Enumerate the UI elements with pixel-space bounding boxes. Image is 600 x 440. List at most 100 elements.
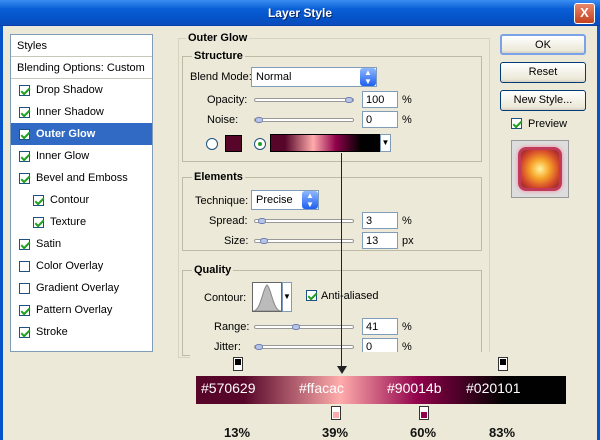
gradient-dropdown-button[interactable]: ▼ bbox=[380, 134, 391, 152]
style-checkbox[interactable] bbox=[19, 106, 30, 118]
gradient-stop-marker[interactable] bbox=[498, 357, 508, 371]
gradient-stop-color bbox=[235, 359, 241, 365]
style-item-label: Inner Shadow bbox=[36, 106, 104, 118]
opacity-slider[interactable] bbox=[254, 97, 354, 103]
contour-curve-icon bbox=[252, 284, 282, 312]
styles-list-panel: Styles Blending Options: Custom Drop Sha… bbox=[10, 34, 153, 352]
opacity-slider-thumb[interactable] bbox=[345, 97, 353, 103]
style-item[interactable]: Gradient Overlay bbox=[11, 277, 152, 299]
style-checkbox[interactable] bbox=[19, 172, 30, 184]
noise-slider-thumb[interactable] bbox=[255, 117, 263, 123]
gradient-stop-percent: 83% bbox=[489, 425, 516, 440]
technique-label: Technique: bbox=[195, 195, 249, 207]
technique-select[interactable]: Precise ▲ ▼ bbox=[251, 190, 319, 210]
spread-label: Spread: bbox=[209, 215, 248, 227]
style-checkbox[interactable] bbox=[19, 304, 30, 316]
glow-color-swatch[interactable] bbox=[225, 135, 242, 152]
contour-picker[interactable] bbox=[252, 282, 282, 312]
style-item[interactable]: Inner Glow bbox=[11, 145, 152, 167]
style-item[interactable]: Texture bbox=[11, 211, 152, 233]
opacity-input[interactable]: 100 bbox=[362, 91, 398, 108]
gradient-stop-hex: #90014b bbox=[387, 380, 442, 396]
window-title: Layer Style bbox=[267, 6, 333, 20]
structure-title: Structure bbox=[192, 50, 245, 62]
glow-gradient-picker[interactable] bbox=[270, 134, 380, 152]
ok-button[interactable]: OK bbox=[500, 34, 586, 55]
styles-header[interactable]: Styles bbox=[11, 35, 152, 57]
blending-options-item[interactable]: Blending Options: Custom bbox=[11, 57, 152, 79]
range-input[interactable]: 41 bbox=[362, 318, 398, 335]
style-item-label: Color Overlay bbox=[36, 260, 104, 272]
noise-unit: % bbox=[402, 114, 412, 126]
callout-arrowhead-icon bbox=[337, 366, 347, 374]
gradient-stop-hex: #570629 bbox=[201, 380, 256, 396]
chevron-updown-icon: ▲ ▼ bbox=[360, 68, 376, 86]
opacity-unit: % bbox=[402, 94, 412, 106]
style-item-label: Pattern Overlay bbox=[36, 304, 113, 316]
gradient-stop-marker[interactable] bbox=[331, 406, 341, 420]
size-unit: px bbox=[402, 235, 414, 247]
size-slider[interactable] bbox=[254, 238, 354, 244]
gradient-editor-zoom: #570629 13% #ffacac 39% #90014b 60% #020101 83% bbox=[190, 352, 592, 440]
style-item[interactable]: Pattern Overlay bbox=[11, 299, 152, 321]
anti-aliased-label: Anti-aliased bbox=[321, 290, 379, 302]
noise-input[interactable]: 0 bbox=[362, 111, 398, 128]
style-item-label: Gradient Overlay bbox=[36, 282, 120, 294]
new-style-button[interactable]: New Style... bbox=[500, 90, 586, 111]
size-label: Size: bbox=[224, 235, 249, 247]
style-checkbox[interactable] bbox=[19, 326, 30, 338]
style-item-label: Contour bbox=[50, 194, 90, 206]
style-item[interactable]: Contour bbox=[11, 189, 152, 211]
style-checkbox[interactable] bbox=[19, 238, 30, 250]
opacity-label: Opacity: bbox=[207, 94, 248, 106]
noise-label: Noise: bbox=[207, 114, 239, 126]
style-item[interactable]: Bevel and Emboss bbox=[11, 167, 152, 189]
range-slider-thumb[interactable] bbox=[292, 324, 300, 330]
gradient-stop-hex: #ffacac bbox=[299, 380, 344, 396]
contour-dropdown-button[interactable]: ▼ bbox=[282, 282, 292, 312]
jitter-slider-thumb[interactable] bbox=[255, 344, 263, 350]
style-checkbox[interactable] bbox=[19, 282, 30, 294]
spread-slider-thumb[interactable] bbox=[258, 218, 266, 224]
solid-color-radio[interactable] bbox=[206, 138, 218, 150]
chevron-down-icon: ▼ bbox=[283, 292, 291, 301]
style-preview-thumbnail bbox=[511, 140, 569, 198]
style-checkbox[interactable] bbox=[19, 150, 30, 162]
size-input[interactable]: 13 bbox=[362, 232, 398, 249]
style-item[interactable]: Satin bbox=[11, 233, 152, 255]
gradient-stop-marker[interactable] bbox=[419, 406, 429, 420]
preview-swatch-image bbox=[518, 147, 562, 191]
gradient-stop-percent: 13% bbox=[224, 425, 251, 440]
style-item-label: Drop Shadow bbox=[36, 84, 103, 96]
reset-button[interactable]: Reset bbox=[500, 62, 586, 83]
style-item[interactable]: Drop Shadow bbox=[11, 79, 152, 101]
spread-slider[interactable] bbox=[254, 218, 354, 224]
size-slider-thumb[interactable] bbox=[260, 238, 268, 244]
style-checkbox[interactable] bbox=[33, 194, 44, 206]
blend-mode-select[interactable]: Normal ▲ ▼ bbox=[251, 67, 377, 87]
spread-unit: % bbox=[402, 215, 412, 227]
anti-aliased-checkbox[interactable] bbox=[306, 290, 317, 301]
preview-checkbox[interactable] bbox=[511, 118, 522, 129]
style-checkbox[interactable] bbox=[19, 128, 30, 140]
preview-label: Preview bbox=[528, 118, 568, 130]
gradient-stop-color bbox=[421, 412, 427, 418]
style-item[interactable]: Color Overlay bbox=[11, 255, 152, 277]
spread-input[interactable]: 3 bbox=[362, 212, 398, 229]
range-slider[interactable] bbox=[254, 324, 354, 330]
style-checkbox[interactable] bbox=[33, 216, 44, 228]
style-item[interactable]: Inner Shadow bbox=[11, 101, 152, 123]
close-button[interactable]: X bbox=[574, 3, 595, 24]
gradient-stop-marker[interactable] bbox=[233, 357, 243, 371]
style-item[interactable]: Outer Glow bbox=[11, 123, 152, 145]
jitter-slider[interactable] bbox=[254, 344, 354, 350]
gradient-stop-hex: #020101 bbox=[466, 380, 521, 396]
gradient-stop-color bbox=[500, 359, 506, 365]
style-checkbox[interactable] bbox=[19, 260, 30, 272]
style-item-label: Stroke bbox=[36, 326, 68, 338]
noise-slider[interactable] bbox=[254, 117, 354, 123]
chevron-down-icon: ▼ bbox=[381, 138, 390, 147]
style-checkbox[interactable] bbox=[19, 84, 30, 96]
gradient-radio[interactable] bbox=[254, 138, 266, 150]
style-item[interactable]: Stroke bbox=[11, 321, 152, 343]
